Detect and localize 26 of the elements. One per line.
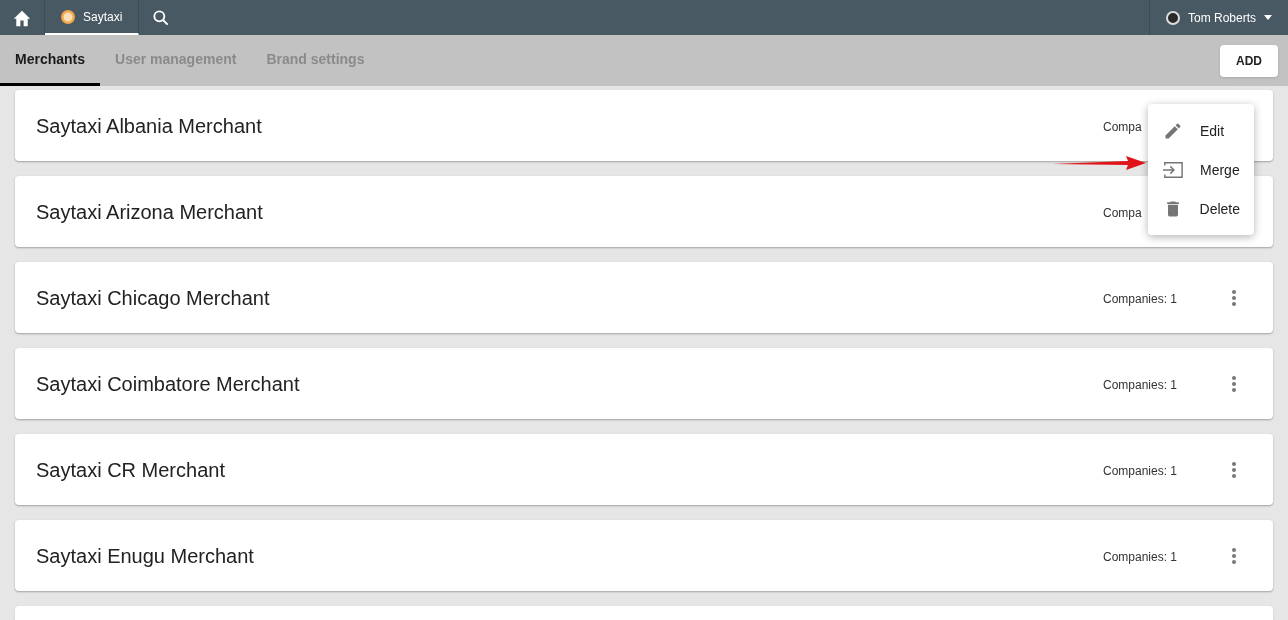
merchant-card[interactable]: Saytaxi CR Merchant Companies: 1 xyxy=(15,434,1273,505)
companies-count: Companies: 1 xyxy=(1103,291,1178,306)
merchant-card[interactable]: Saytaxi Enugu Merchant Companies: 1 xyxy=(15,520,1273,591)
merchant-card[interactable]: Saytaxi Coimbatore Merchant Companies: 1 xyxy=(15,348,1273,419)
merchant-name: Saytaxi Albania Merchant xyxy=(36,113,263,139)
input-icon xyxy=(1162,159,1184,180)
menu-item[interactable]: Delete xyxy=(1148,189,1254,228)
merchant-card[interactable]: Saytaxi Chicago Merchant Companies: 1 xyxy=(15,262,1273,333)
logo-icon xyxy=(61,9,75,24)
tab[interactable]: Merchants xyxy=(0,35,101,86)
merchant-name: Saytaxi Arizona Merchant xyxy=(36,199,264,225)
companies-count: Compa xyxy=(1103,205,1142,220)
home-icon xyxy=(12,8,32,27)
companies-count: Companies: 1 xyxy=(1103,463,1178,478)
merchant-name: Saytaxi CR Merchant xyxy=(36,457,226,483)
add-button[interactable]: ADD xyxy=(1220,44,1278,77)
companies-count: Compa xyxy=(1103,119,1142,134)
avatar-icon xyxy=(1165,10,1180,25)
merchant-name: Saytaxi Coimbatore Merchant xyxy=(36,371,301,397)
menu-item[interactable]: Edit xyxy=(1148,111,1254,150)
caret-icon xyxy=(1264,15,1272,20)
companies-count: Companies: 1 xyxy=(1103,549,1178,564)
companies-count: Companies: 1 xyxy=(1103,377,1178,392)
merchant-name: Saytaxi Chicago Merchant xyxy=(36,285,271,311)
merchant-name: Saytaxi Enugu Merchant xyxy=(36,543,255,569)
pencil-icon xyxy=(1163,120,1183,141)
